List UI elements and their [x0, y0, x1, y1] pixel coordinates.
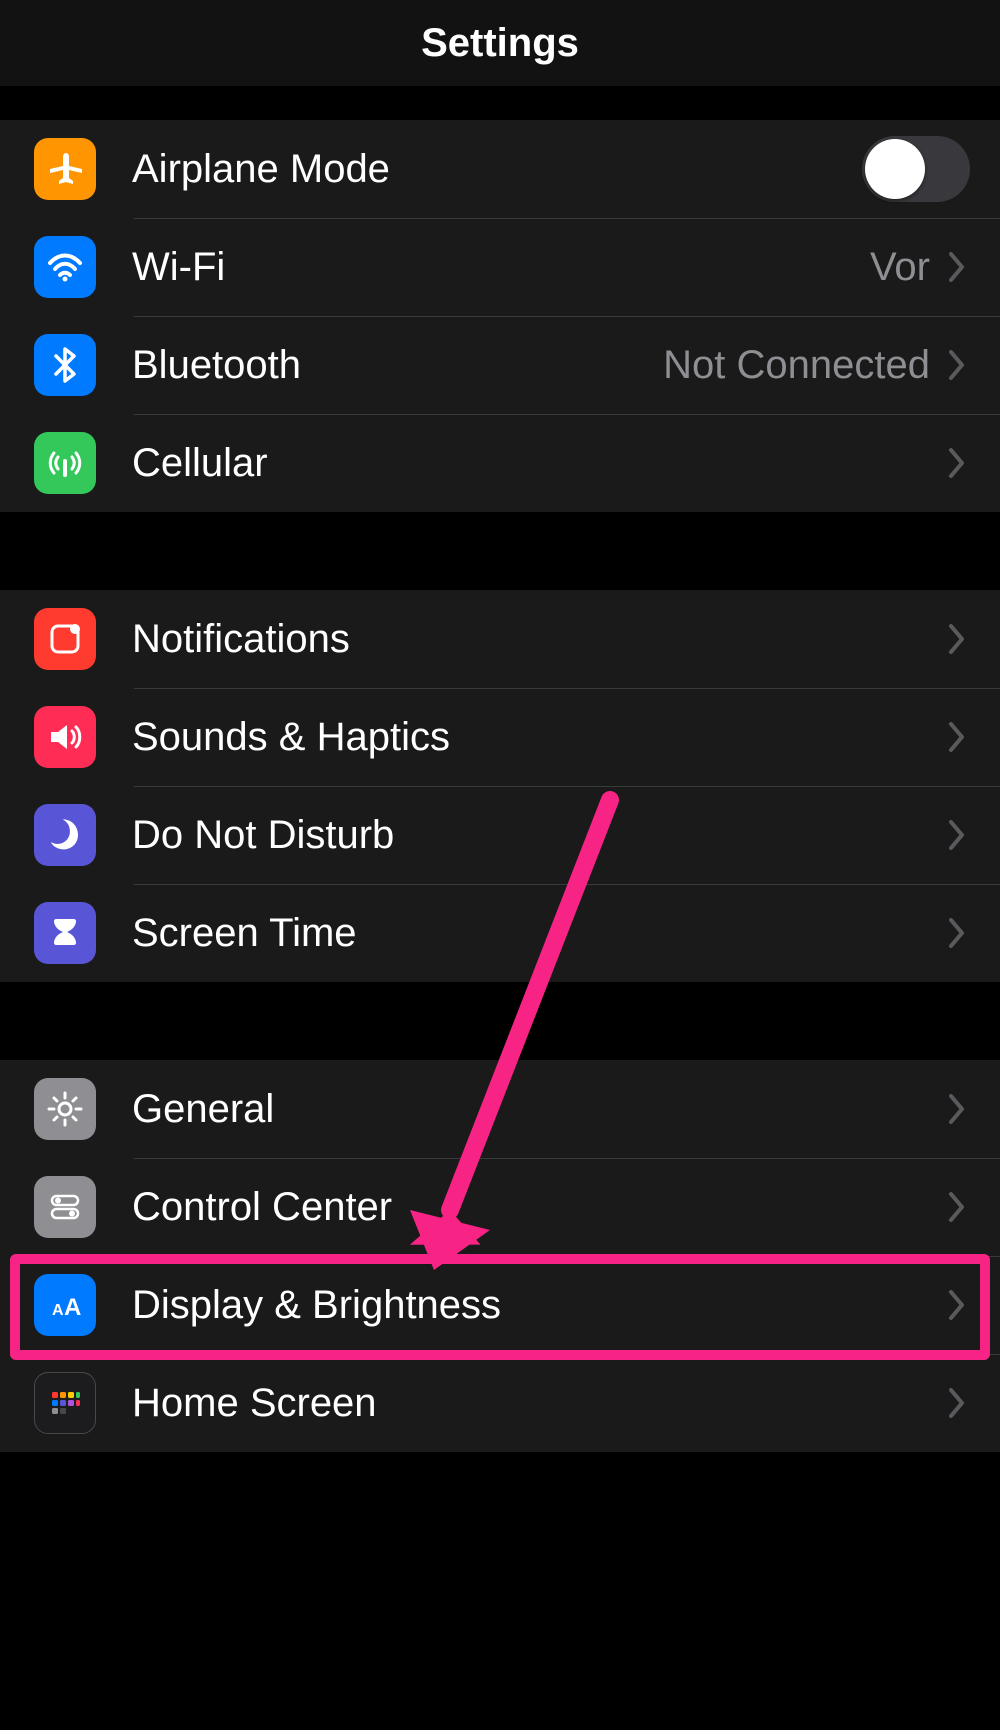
cellular-icon [34, 432, 96, 494]
row-label: Sounds & Haptics [132, 715, 944, 760]
row-notifications[interactable]: Notifications [0, 590, 1000, 688]
row-display[interactable]: AA Display & Brightness [0, 1256, 1000, 1354]
chevron-right-icon [944, 717, 970, 757]
row-label: Cellular [132, 441, 944, 486]
chevron-right-icon [944, 815, 970, 855]
row-cellular[interactable]: Cellular [0, 414, 1000, 512]
chevron-right-icon [944, 913, 970, 953]
header: Settings [0, 0, 1000, 86]
chevron-right-icon [944, 345, 970, 385]
row-label: Airplane Mode [132, 147, 862, 192]
row-label: Notifications [132, 617, 944, 662]
chevron-right-icon [944, 443, 970, 483]
row-dnd[interactable]: Do Not Disturb [0, 786, 1000, 884]
row-wifi[interactable]: Wi-Fi Vor [0, 218, 1000, 316]
wifi-icon [34, 236, 96, 298]
row-label: Control Center [132, 1185, 944, 1230]
row-label: Screen Time [132, 911, 944, 956]
row-label: Display & Brightness [132, 1283, 944, 1328]
section-gap [0, 512, 1000, 590]
page-title: Settings [421, 21, 579, 66]
gear-icon [34, 1078, 96, 1140]
settings-group-connectivity: Airplane Mode Wi-Fi Vor Bluetooth Not Co… [0, 120, 1000, 512]
svg-text:A: A [52, 1302, 64, 1319]
row-value: Not Connected [663, 343, 930, 388]
toggles-icon [34, 1176, 96, 1238]
row-sounds[interactable]: Sounds & Haptics [0, 688, 1000, 786]
chevron-right-icon [944, 1089, 970, 1129]
row-controlcenter[interactable]: Control Center [0, 1158, 1000, 1256]
chevron-right-icon [944, 1285, 970, 1325]
row-homescreen[interactable]: Home Screen [0, 1354, 1000, 1452]
settings-screen: Settings Airplane Mode Wi-Fi Vor Bluetoo… [0, 0, 1000, 1730]
row-label: Home Screen [132, 1381, 944, 1426]
row-label: General [132, 1087, 944, 1132]
chevron-right-icon [944, 247, 970, 287]
row-label: Bluetooth [132, 343, 663, 388]
svg-text:A: A [64, 1294, 81, 1321]
chevron-right-icon [944, 619, 970, 659]
settings-group-device: General Control Center AA Display & Brig… [0, 1060, 1000, 1452]
airplane-toggle[interactable] [862, 136, 970, 202]
row-label: Do Not Disturb [132, 813, 944, 858]
row-general[interactable]: General [0, 1060, 1000, 1158]
apps-grid-icon [34, 1372, 96, 1434]
section-gap [0, 86, 1000, 120]
textsize-icon: AA [34, 1274, 96, 1336]
notifications-icon [34, 608, 96, 670]
row-value: Vor [870, 245, 930, 290]
bluetooth-icon [34, 334, 96, 396]
row-label: Wi-Fi [132, 245, 870, 290]
hourglass-icon [34, 902, 96, 964]
moon-icon [34, 804, 96, 866]
airplane-icon [34, 138, 96, 200]
section-gap [0, 982, 1000, 1060]
row-bluetooth[interactable]: Bluetooth Not Connected [0, 316, 1000, 414]
chevron-right-icon [944, 1187, 970, 1227]
settings-group-alerts: Notifications Sounds & Haptics Do Not Di… [0, 590, 1000, 982]
row-screentime[interactable]: Screen Time [0, 884, 1000, 982]
chevron-right-icon [944, 1383, 970, 1423]
row-airplane[interactable]: Airplane Mode [0, 120, 1000, 218]
sounds-icon [34, 706, 96, 768]
